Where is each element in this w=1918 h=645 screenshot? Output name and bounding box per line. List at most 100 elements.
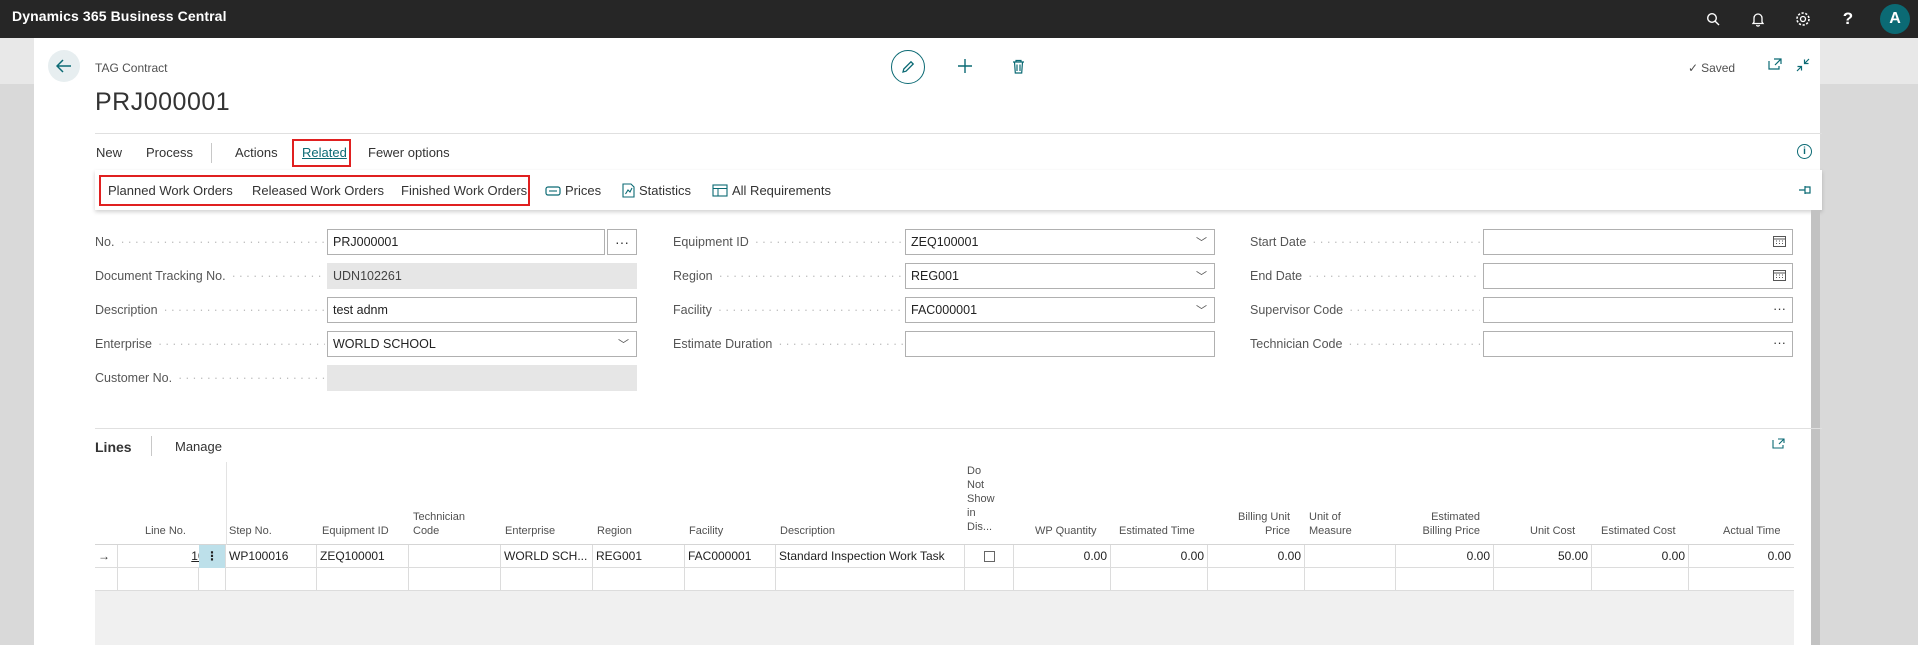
prices-icon: [545, 185, 561, 196]
field-label-technician-code: Technician Code······················: [1250, 337, 1480, 351]
facility-dropdown[interactable]: FAC000001 ﹀: [905, 297, 1215, 323]
field-label-start-date: Start Date···························: [1250, 235, 1480, 249]
menu-all-requirements[interactable]: All Requirements: [712, 183, 831, 198]
empty-cell: [1305, 568, 1396, 591]
estimate-duration-field[interactable]: [905, 331, 1215, 357]
no-field[interactable]: PRJ000001: [327, 229, 605, 255]
cell-description[interactable]: Standard Inspection Work Task: [776, 545, 965, 568]
col-header-estimated-time[interactable]: Estimated Time: [1119, 524, 1195, 538]
equipment-id-dropdown[interactable]: ZEQ100001 ﹀: [905, 229, 1215, 255]
gear-icon[interactable]: [1792, 8, 1814, 30]
start-date-field[interactable]: [1483, 229, 1793, 255]
col-header-technician-code[interactable]: Technician Code: [413, 510, 465, 538]
saved-status: ✓ Saved: [1688, 61, 1736, 75]
back-button[interactable]: [48, 50, 80, 82]
checkbox[interactable]: [983, 551, 995, 562]
field-label-customer-no: Customer No.····························…: [95, 371, 325, 385]
description-field[interactable]: test adnm: [327, 297, 637, 323]
calendar-icon[interactable]: [1773, 269, 1786, 284]
no-lookup-button[interactable]: ···: [607, 229, 637, 255]
cell-wp-quantity[interactable]: 0.00: [1014, 545, 1111, 568]
field-label-end-date: End Date····························: [1250, 269, 1480, 283]
app-brand[interactable]: Dynamics 365 Business Central: [12, 8, 227, 24]
lookup-ellipsis-icon[interactable]: ···: [1773, 301, 1786, 316]
col-header-description[interactable]: Description: [780, 524, 835, 538]
bell-icon[interactable]: [1747, 8, 1769, 30]
col-header-equipment-id[interactable]: Equipment ID: [322, 524, 389, 538]
field-label-estimate-duration: Estimate Duration ···················: [673, 337, 903, 351]
col-header-enterprise[interactable]: Enterprise: [505, 524, 555, 538]
empty-cell: [118, 568, 199, 591]
cell-unit-of-measure[interactable]: [1305, 545, 1396, 568]
action-new[interactable]: New: [96, 145, 122, 160]
row-menu-icon[interactable]: ⋮: [199, 545, 226, 568]
new-record-button[interactable]: [953, 54, 977, 78]
calendar-icon[interactable]: [1773, 235, 1786, 250]
cell-region[interactable]: REG001: [593, 545, 685, 568]
cell-est-billing-price[interactable]: 0.00: [1396, 545, 1494, 568]
header-divider: [95, 133, 1822, 134]
help-icon[interactable]: ?: [1837, 8, 1859, 30]
technician-code-field[interactable]: ···: [1483, 331, 1793, 357]
delete-button[interactable]: [1007, 55, 1029, 77]
cell-estimated-cost[interactable]: 0.00: [1592, 545, 1689, 568]
col-header-estimated-cost[interactable]: Estimated Cost: [1601, 524, 1676, 538]
region-dropdown[interactable]: REG001 ﹀: [905, 263, 1215, 289]
col-header-wp-quantity[interactable]: WP Quantity: [1035, 524, 1097, 538]
pin-icon[interactable]: [1798, 184, 1812, 199]
chevron-down-icon: ﹀: [1196, 271, 1207, 283]
cell-technician-code[interactable]: [409, 545, 501, 568]
cell-equipment-id[interactable]: ZEQ100001: [317, 545, 409, 568]
edit-button[interactable]: [891, 50, 925, 84]
cell-step-no[interactable]: WP100016: [226, 545, 317, 568]
cell-unit-cost[interactable]: 50.00: [1494, 545, 1592, 568]
top-bar: Dynamics 365 Business Central ? A: [0, 0, 1918, 38]
supervisor-code-field[interactable]: ···: [1483, 297, 1793, 323]
col-header-step-no[interactable]: Step No.: [229, 524, 272, 538]
cell-estimated-time[interactable]: 0.00: [1111, 545, 1208, 568]
empty-cell: [1494, 568, 1592, 591]
cell-facility[interactable]: FAC000001: [685, 545, 776, 568]
customer-no-field: [327, 365, 637, 391]
col-header-unit-cost[interactable]: Unit Cost: [1530, 524, 1575, 538]
col-divider: [226, 462, 227, 545]
menu-prices[interactable]: Prices: [545, 183, 601, 198]
empty-cell: [95, 568, 118, 591]
empty-cell: [501, 568, 593, 591]
lines-manage-button[interactable]: Manage: [175, 439, 222, 454]
col-header-est-billing-price[interactable]: Estimated Billing Price: [1410, 510, 1480, 538]
open-new-window-icon[interactable]: [1768, 58, 1782, 73]
col-header-do-not-show[interactable]: Do Not Show in Dis...: [967, 464, 995, 534]
requirements-icon: [712, 184, 728, 197]
collapse-icon[interactable]: [1796, 58, 1810, 75]
col-header-billing-unit-price[interactable]: Billing Unit Price: [1236, 510, 1290, 538]
col-header-region[interactable]: Region: [597, 524, 632, 538]
info-icon[interactable]: i: [1797, 144, 1812, 159]
cell-billing-unit-price[interactable]: 0.00: [1208, 545, 1305, 568]
col-header-line-no[interactable]: Line No.: [145, 524, 186, 538]
end-date-field[interactable]: [1483, 263, 1793, 289]
col-header-facility[interactable]: Facility: [689, 524, 723, 538]
col-header-actual-time[interactable]: Actual Time: [1723, 524, 1780, 538]
field-label-enterprise: Enterprise······························…: [95, 337, 325, 351]
enterprise-dropdown[interactable]: WORLD SCHOOL ﹀: [327, 331, 637, 357]
avatar[interactable]: A: [1880, 4, 1910, 34]
table-row-empty[interactable]: [95, 568, 1794, 591]
cell-enterprise[interactable]: WORLD SCH...: [501, 545, 593, 568]
action-fewer-options[interactable]: Fewer options: [368, 145, 450, 160]
empty-cell: [593, 568, 685, 591]
check-icon: ✓: [1688, 61, 1699, 75]
action-actions[interactable]: Actions: [235, 145, 278, 160]
cell-do-not-show[interactable]: [965, 545, 1014, 568]
cell-actual-time[interactable]: 0.00: [1689, 545, 1794, 568]
expand-icon[interactable]: [1772, 438, 1785, 452]
col-header-unit-of-measure[interactable]: Unit of Measure: [1309, 510, 1352, 538]
lookup-ellipsis-icon[interactable]: ···: [1773, 335, 1786, 350]
row-arrow-icon: →: [95, 545, 118, 568]
search-icon[interactable]: [1702, 8, 1724, 30]
menu-statistics[interactable]: Statistics: [622, 183, 691, 198]
empty-cell: [199, 568, 226, 591]
table-row[interactable]: → 1000 ⋮ WP100016 ZEQ100001 WORLD SCH...…: [95, 545, 1794, 568]
chevron-down-icon: ﹀: [618, 339, 629, 351]
action-process[interactable]: Process: [146, 145, 193, 160]
